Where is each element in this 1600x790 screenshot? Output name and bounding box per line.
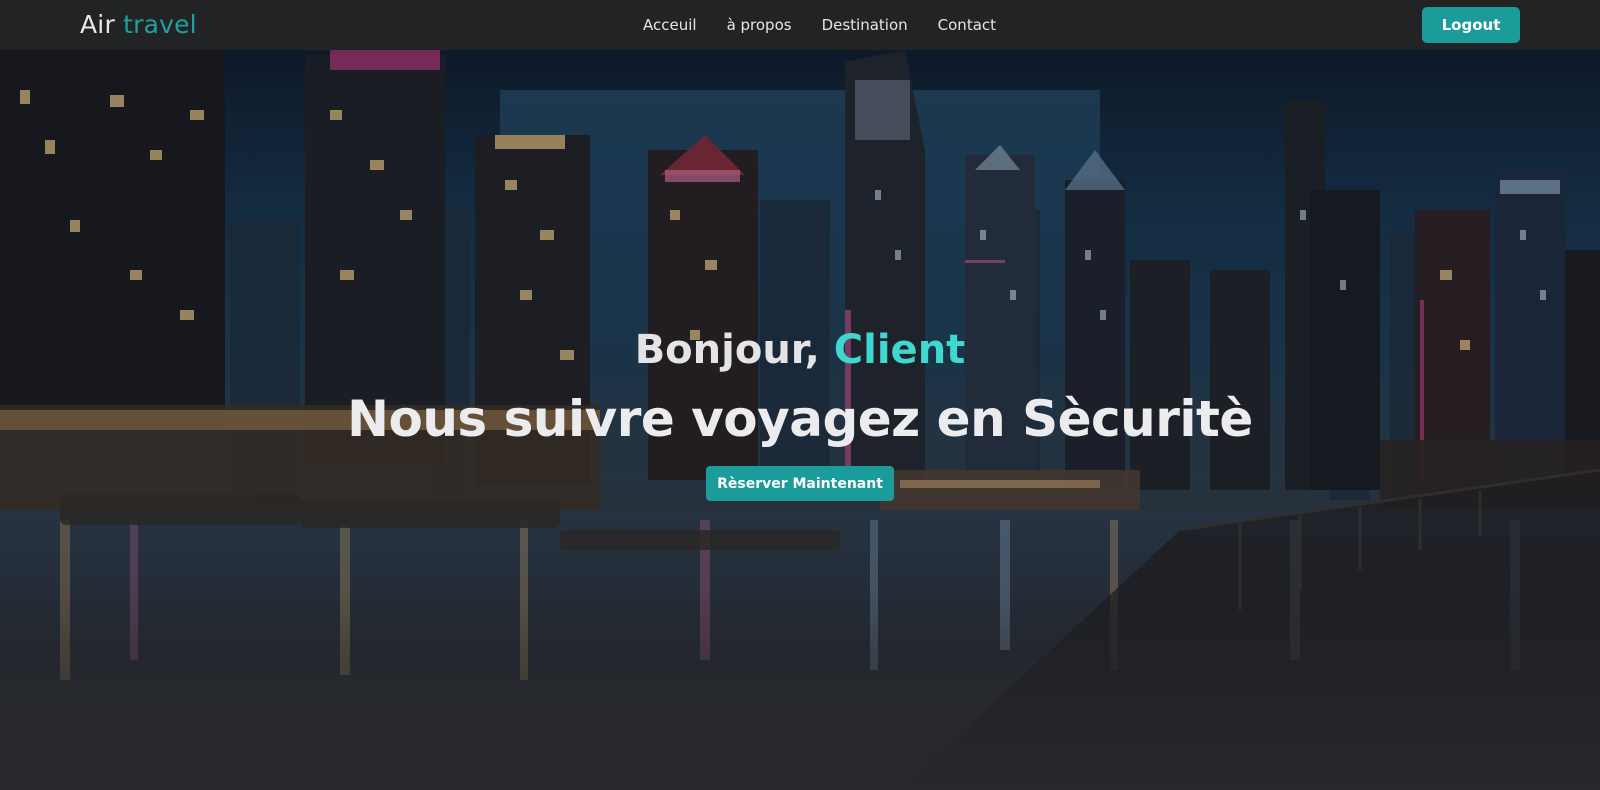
brand-word-air: Air bbox=[80, 10, 115, 39]
nav-link-acceuil[interactable]: Acceuil bbox=[643, 16, 697, 34]
logout-button[interactable]: Logout bbox=[1422, 7, 1520, 43]
brand-logo[interactable]: Air travel bbox=[80, 10, 197, 40]
nav-link-destination[interactable]: Destination bbox=[822, 16, 908, 34]
hero-headline: Nous suivre voyagez en Sècuritè bbox=[347, 390, 1253, 448]
main-nav: Acceuil à propos Destination Contact bbox=[643, 0, 1026, 50]
greeting-prefix: Bonjour, bbox=[634, 327, 834, 373]
top-navbar: Air travel Acceuil à propos Destination … bbox=[0, 0, 1600, 50]
brand-word-travel: travel bbox=[123, 10, 197, 39]
reserve-now-button[interactable]: Rèserver Maintenant bbox=[706, 466, 894, 501]
greeting-name: Client bbox=[833, 327, 966, 373]
nav-link-a-propos[interactable]: à propos bbox=[727, 16, 792, 34]
greeting-heading: Bonjour, Client bbox=[0, 327, 1600, 373]
nav-link-contact[interactable]: Contact bbox=[938, 16, 996, 34]
hero-section: Bonjour, Client Nous suivre voyagez en S… bbox=[0, 50, 1600, 790]
